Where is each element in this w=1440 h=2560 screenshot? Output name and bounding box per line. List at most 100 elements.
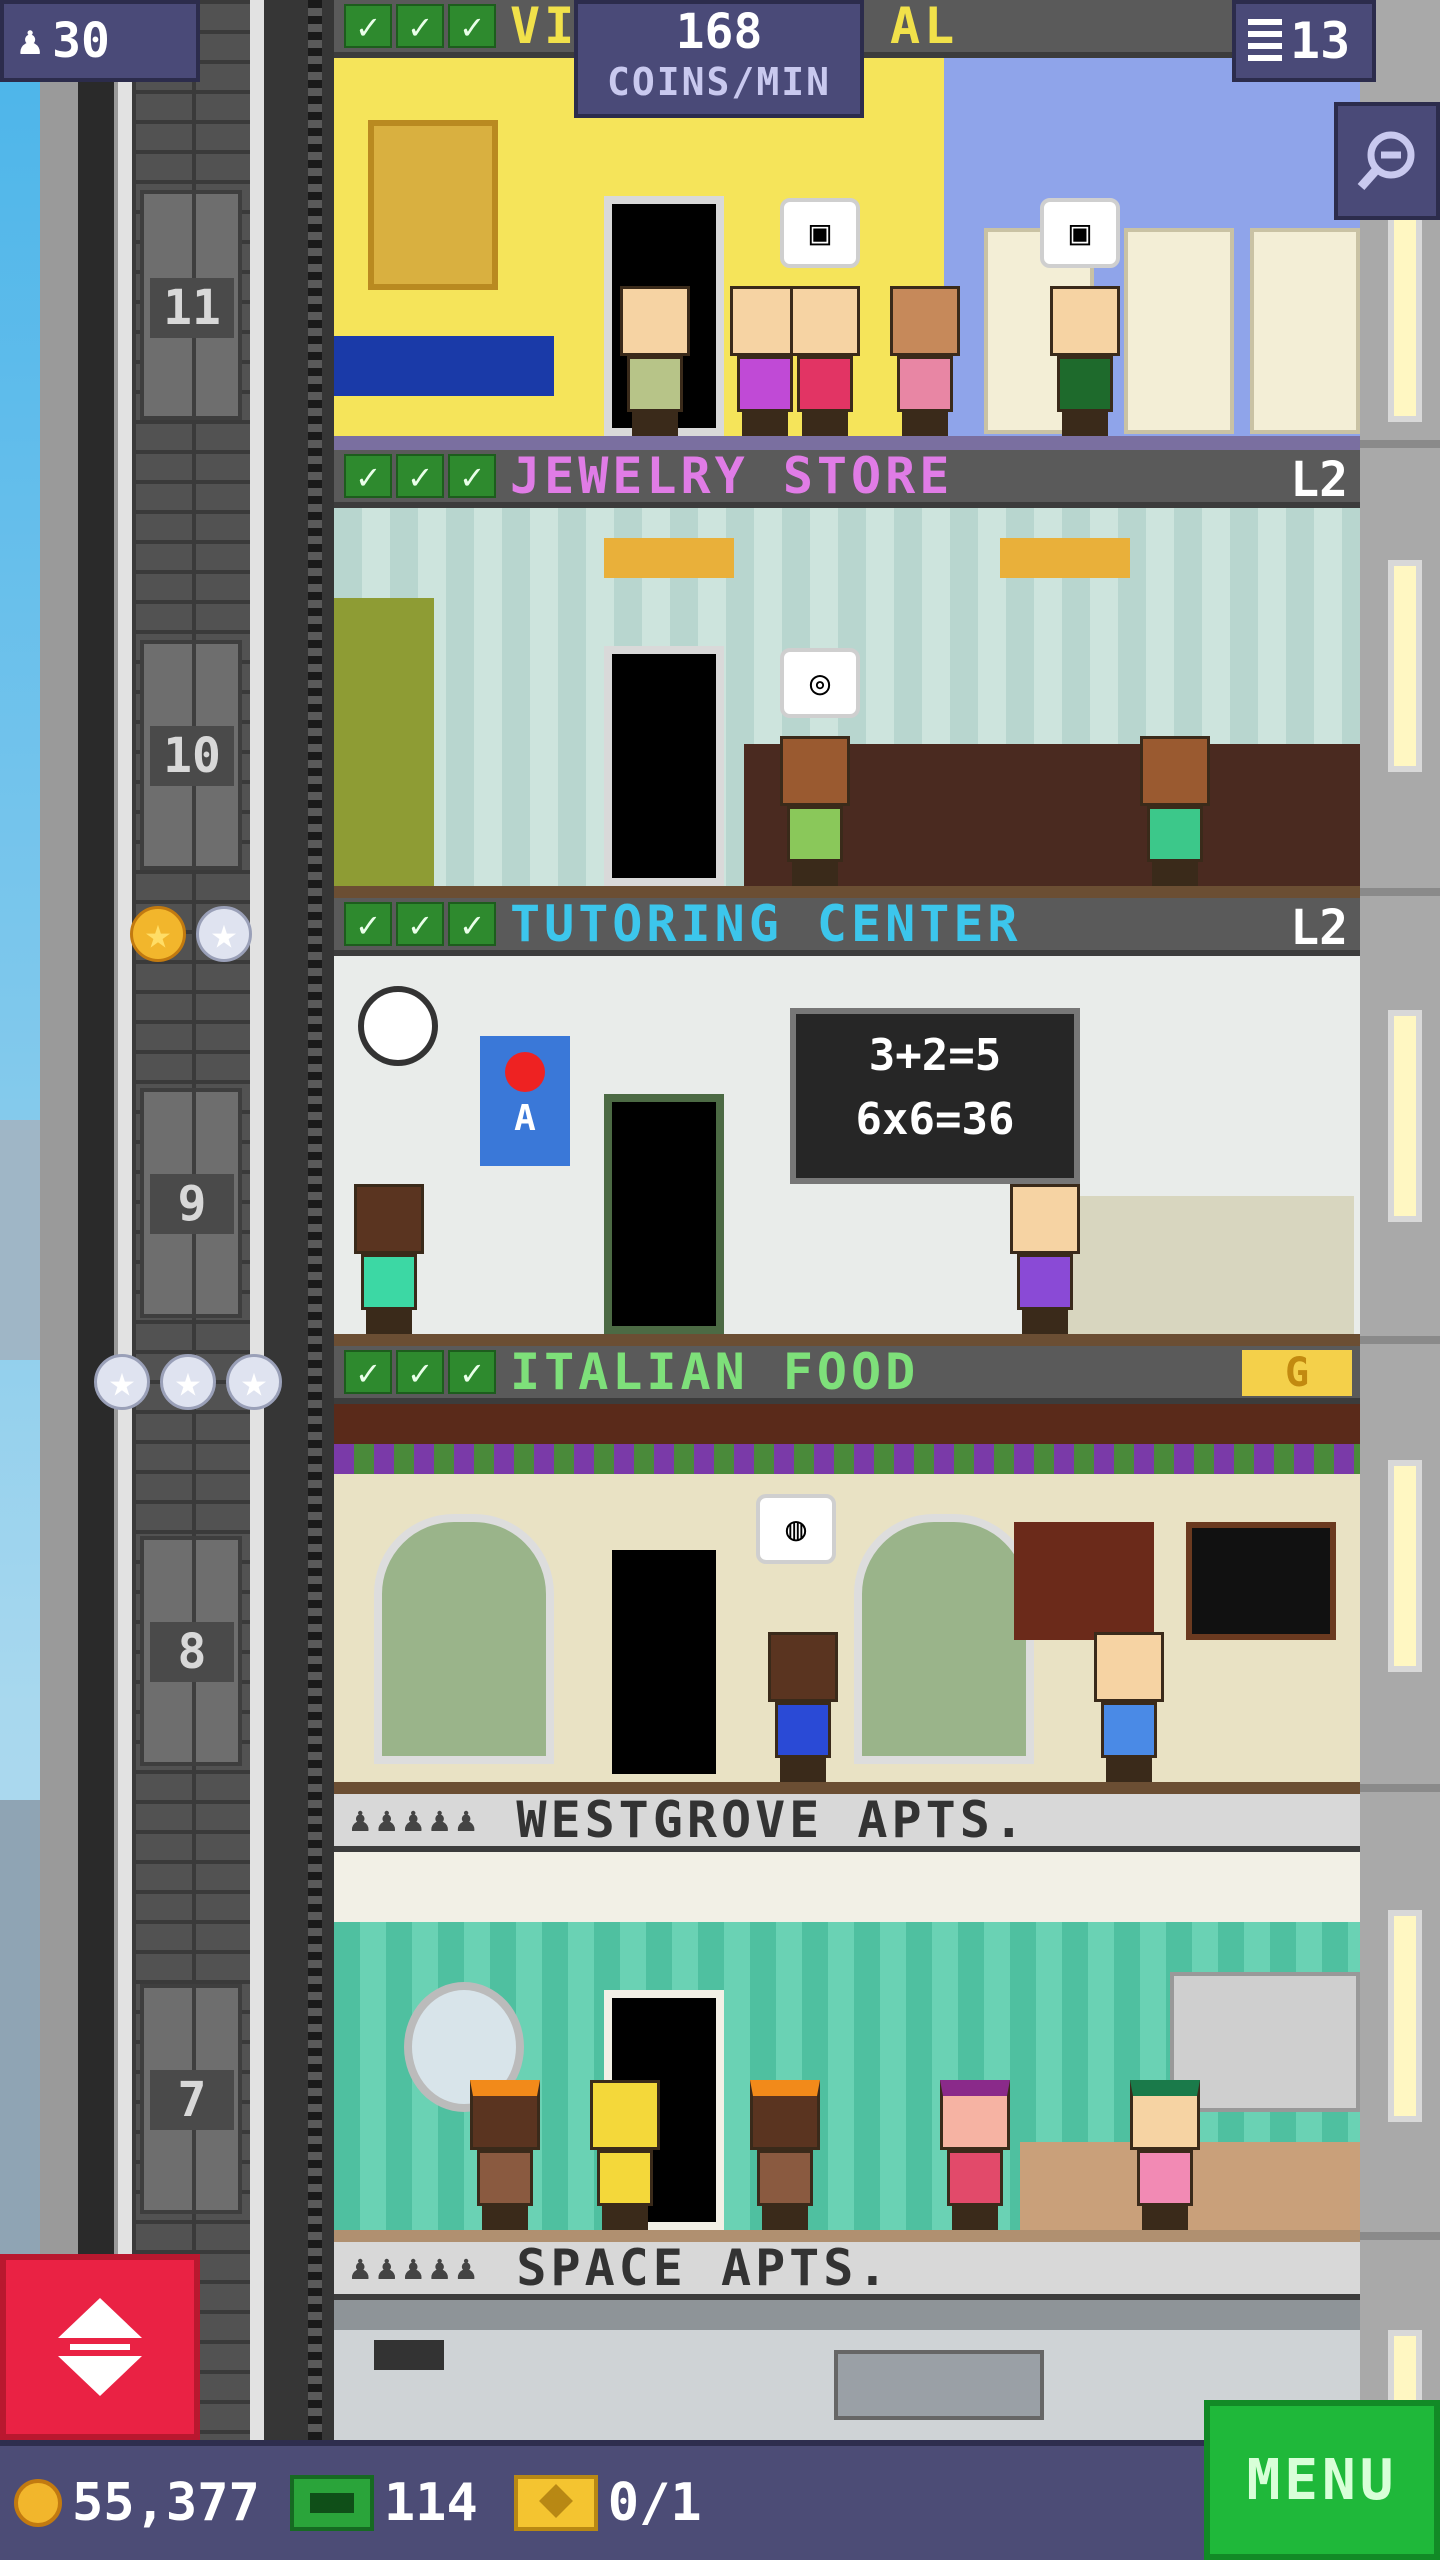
grape-vines <box>334 1444 1360 1474</box>
arch-window <box>374 1514 554 1764</box>
room-door[interactable] <box>604 1542 724 1782</box>
floors-badge[interactable]: 13 <box>1232 0 1376 82</box>
space-vent <box>374 2340 444 2370</box>
bitizen[interactable] <box>620 286 690 436</box>
ticket-request-bubble[interactable]: ▣ <box>1040 198 1120 268</box>
tower-window <box>1388 1910 1422 2122</box>
floor-room <box>334 1852 1360 2244</box>
apple-poster: A <box>480 1036 570 1166</box>
gold-badge[interactable]: G <box>1242 1350 1352 1396</box>
wine-rack <box>1014 1522 1154 1640</box>
check-icon: ✓ <box>448 902 496 946</box>
floor-name-suffix: AL <box>890 0 959 55</box>
coins-display[interactable]: 55,377 <box>14 2473 260 2533</box>
elevator-cable <box>308 0 322 2440</box>
floor-header: ✓ ✓ ✓ JEWELRY STORE L2 <box>334 450 1360 508</box>
residents-badge[interactable]: ♟ 30 <box>0 0 200 82</box>
floor-italian-food[interactable]: ✓ ✓ ✓ ITALIAN FOOD G ◍ <box>334 1346 1360 1796</box>
floor-name: ITALIAN FOOD <box>510 1346 920 1401</box>
bitizen[interactable] <box>750 2080 820 2230</box>
silver-star-icon: ★ <box>196 906 252 962</box>
floor-number: 9 <box>150 1174 234 1234</box>
elevator-button[interactable] <box>0 2254 200 2440</box>
building-icon <box>1248 19 1282 63</box>
chalkboard-line: 3+2=5 <box>868 1030 1002 1081</box>
bitizen[interactable] <box>1094 1632 1164 1782</box>
background-building <box>0 1120 40 1360</box>
check-icon: ✓ <box>448 4 496 48</box>
room-door[interactable] <box>604 646 724 886</box>
floor-header: ✓ ✓ ✓ ITALIAN FOOD G <box>334 1346 1360 1404</box>
zoom-out-button[interactable] <box>1334 102 1440 220</box>
coins-value: 55,377 <box>72 2473 260 2533</box>
resident-slots: ♟♟♟♟♟ <box>350 1800 483 1840</box>
check-icon: ✓ <box>344 902 392 946</box>
floor-tutoring-center[interactable]: ✓ ✓ ✓ TUTORING CENTER L2 A 3+2=5 6x6=36 <box>334 898 1360 1348</box>
floor-name: VI <box>510 0 579 55</box>
zoom-out-icon <box>1357 131 1415 190</box>
floor-room: ◍ <box>334 1404 1360 1796</box>
floor-level: L2 <box>1290 452 1348 508</box>
floor-header: ♟♟♟♟♟ WESTGROVE APTS. <box>334 1794 1360 1852</box>
bookshelf <box>1250 228 1360 434</box>
check-icon: ✓ <box>448 454 496 498</box>
coins-per-minute-label: COINS/MIN <box>607 60 831 104</box>
portrait-frame <box>368 120 498 290</box>
floor-header: ♟♟♟♟♟ SPACE APTS. <box>334 2242 1360 2300</box>
bitizen[interactable] <box>780 736 850 886</box>
menu-board <box>1186 1522 1336 1640</box>
floor-name: TUTORING CENTER <box>510 898 1022 953</box>
bookshelf <box>1124 228 1234 434</box>
coins-per-minute-badge: 168 COINS/MIN <box>574 0 864 118</box>
floor-westgrove-apts[interactable]: ♟♟♟♟♟ WESTGROVE APTS. <box>334 1794 1360 2244</box>
check-icon: ✓ <box>396 4 444 48</box>
bitizen[interactable] <box>1130 2080 1200 2230</box>
floor-level: L2 <box>1290 900 1348 956</box>
plant <box>334 598 434 888</box>
bux-display[interactable]: 114 <box>289 2473 478 2533</box>
bux-value: 114 <box>383 2473 478 2533</box>
bitizen[interactable] <box>768 1632 838 1782</box>
gold-star-icon: ★ <box>130 906 186 962</box>
menu-button[interactable]: MENU <box>1204 2400 1440 2560</box>
room-door[interactable] <box>604 1094 724 1334</box>
floor-jewelry-store[interactable]: ✓ ✓ ✓ JEWELRY STORE L2 ◎ <box>334 450 1360 900</box>
bitizen[interactable] <box>890 286 960 436</box>
tower-window <box>1388 1460 1422 1672</box>
chandelier <box>1000 538 1130 578</box>
floors-count: 13 <box>1290 12 1351 70</box>
floor-name: SPACE APTS. <box>516 2242 892 2297</box>
floor-number: 11 <box>150 278 234 338</box>
elevator-rail <box>250 0 264 2440</box>
tickets-display[interactable]: 0/1 <box>513 2473 702 2533</box>
food-request-bubble[interactable]: ◍ <box>756 1494 836 1564</box>
floor-number: 7 <box>150 2070 234 2130</box>
bitizen[interactable] <box>470 2080 540 2230</box>
bitizen[interactable] <box>790 286 860 436</box>
check-icon: ✓ <box>396 454 444 498</box>
check-icon: ✓ <box>448 1350 496 1394</box>
bitizen[interactable] <box>1050 286 1120 436</box>
elevator-rail <box>78 0 114 2440</box>
bitizen[interactable] <box>1140 736 1210 886</box>
arch-window <box>854 1514 1034 1764</box>
floor-checks: ✓ ✓ ✓ <box>344 902 496 946</box>
floor-room: ◎ <box>334 508 1360 900</box>
silver-star-icon: ★ <box>160 1354 216 1410</box>
floor-room: A 3+2=5 6x6=36 <box>334 956 1360 1348</box>
bitizen[interactable] <box>940 2080 1010 2230</box>
chalkboard-line: 6x6=36 <box>855 1094 1015 1145</box>
floor-header: ✓ ✓ ✓ TUTORING CENTER L2 <box>334 898 1360 956</box>
floor-checks: ✓ ✓ ✓ <box>344 454 496 498</box>
resident-icon: ♟ <box>18 18 43 64</box>
bitizen[interactable] <box>1010 1184 1080 1334</box>
coins-per-minute-value: 168 <box>675 4 763 60</box>
jewelry-request-bubble[interactable]: ◎ <box>780 648 860 718</box>
ticket-request-bubble[interactable]: ▣ <box>780 198 860 268</box>
tickets-value: 0/1 <box>607 2473 702 2533</box>
bitizen[interactable] <box>590 2080 660 2230</box>
space-console <box>834 2350 1044 2420</box>
wood-beam <box>334 1404 1360 1444</box>
bitizen[interactable] <box>354 1184 424 1334</box>
space-panel <box>334 2300 1360 2330</box>
